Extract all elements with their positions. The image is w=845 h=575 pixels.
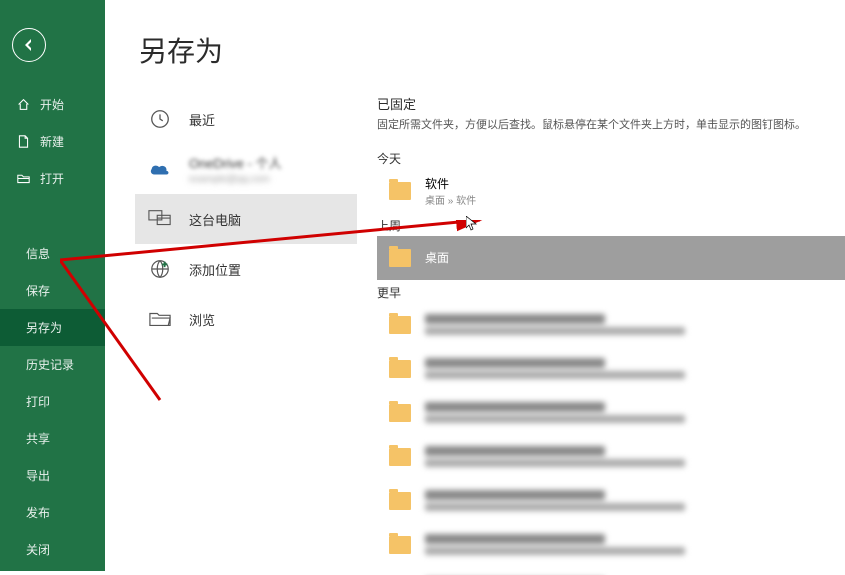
folder-row[interactable] <box>377 303 845 347</box>
addplace-icon <box>147 256 173 282</box>
folder-icon <box>389 404 411 422</box>
nav-item-new[interactable]: 新建 <box>0 123 105 160</box>
nav-label: 共享 <box>26 430 50 447</box>
folder-row[interactable]: 软件桌面 » 软件 <box>377 169 845 213</box>
nav-label: 保存 <box>26 282 50 299</box>
nav-label: 发布 <box>26 504 50 521</box>
location-item[interactable]: 浏览 <box>135 294 357 344</box>
nav-label: 新建 <box>40 133 64 150</box>
pinned-heading: 已固定 <box>377 94 845 113</box>
location-label: 添加位置 <box>189 260 241 279</box>
location-item[interactable]: 最近 <box>135 94 357 144</box>
nav-item[interactable]: 关闭 <box>0 531 105 568</box>
nav-item[interactable]: 历史记录 <box>0 346 105 383</box>
nav-item-home[interactable]: 开始 <box>0 86 105 123</box>
home-icon <box>16 98 30 112</box>
browse-icon <box>147 306 173 332</box>
main-panel: 另存为 最近 OneDrive - 个人 example@qq.com 这台电脑添加位… <box>105 0 845 571</box>
folder-icon <box>389 249 411 267</box>
pinned-info: 固定所需文件夹，方便以后查找。鼠标悬停在某个文件夹上方时，单击显示的图钉图标。 <box>377 117 845 134</box>
cursor-icon <box>466 216 478 232</box>
nav-label: 导出 <box>26 467 50 484</box>
page-title: 另存为 <box>105 0 845 94</box>
folder-row[interactable] <box>377 435 845 479</box>
nav-item[interactable]: 另存为 <box>0 309 105 346</box>
thispc-icon <box>147 206 173 232</box>
nav-item[interactable]: 打印 <box>0 383 105 420</box>
folder-icon <box>389 492 411 510</box>
new-icon <box>16 135 30 149</box>
location-label: OneDrive - 个人 <box>189 153 281 172</box>
folder-icon <box>389 182 411 200</box>
location-item[interactable]: OneDrive - 个人 example@qq.com <box>135 144 357 194</box>
nav-label: 打开 <box>40 170 64 187</box>
folder-row[interactable] <box>377 347 845 391</box>
nav-label: 关闭 <box>26 541 50 558</box>
folder-icon <box>389 316 411 334</box>
nav-item[interactable]: 共享 <box>0 420 105 457</box>
folders-panel: 已固定 固定所需文件夹，方便以后查找。鼠标悬停在某个文件夹上方时，单击显示的图钉… <box>357 94 845 575</box>
nav-item[interactable]: 导出 <box>0 457 105 494</box>
locations-list: 最近 OneDrive - 个人 example@qq.com 这台电脑添加位置浏览 <box>105 94 357 575</box>
open-icon <box>16 172 30 186</box>
folder-icon <box>389 448 411 466</box>
nav-label: 历史记录 <box>26 356 74 373</box>
location-item[interactable]: 添加位置 <box>135 244 357 294</box>
nav-label: 打印 <box>26 393 50 410</box>
back-arrow-icon <box>21 37 37 53</box>
nav-label: 另存为 <box>26 319 62 336</box>
folder-icon <box>389 536 411 554</box>
nav-label: 开始 <box>40 96 64 113</box>
nav-item-open[interactable]: 打开 <box>0 160 105 197</box>
clock-icon <box>147 106 173 132</box>
location-label: 最近 <box>189 110 215 129</box>
location-label: 这台电脑 <box>189 210 241 229</box>
nav-item[interactable]: 信息 <box>0 235 105 272</box>
backstage-sidebar: 开始新建打开 信息保存另存为历史记录打印共享导出发布关闭 <box>0 0 105 571</box>
back-button[interactable] <box>12 28 46 62</box>
location-item[interactable]: 这台电脑 <box>135 194 357 244</box>
folder-row[interactable] <box>377 391 845 435</box>
group-label: 上周 <box>377 217 845 234</box>
nav-item[interactable]: 保存 <box>0 272 105 309</box>
group-label: 今天 <box>377 150 845 167</box>
group-label: 更早 <box>377 284 845 301</box>
nav-label: 信息 <box>26 245 50 262</box>
folder-row[interactable] <box>377 479 845 523</box>
folder-name: 桌面 <box>425 249 449 266</box>
folder-row[interactable]: 桌面 <box>377 236 845 280</box>
location-sub: example@qq.com <box>189 174 281 185</box>
folder-name: 软件 <box>425 175 476 192</box>
location-label: 浏览 <box>189 310 215 329</box>
cloud-icon <box>147 156 173 182</box>
folder-path: 桌面 » 软件 <box>425 192 476 207</box>
folder-icon <box>389 360 411 378</box>
nav-item[interactable]: 发布 <box>0 494 105 531</box>
folder-row[interactable] <box>377 523 845 567</box>
